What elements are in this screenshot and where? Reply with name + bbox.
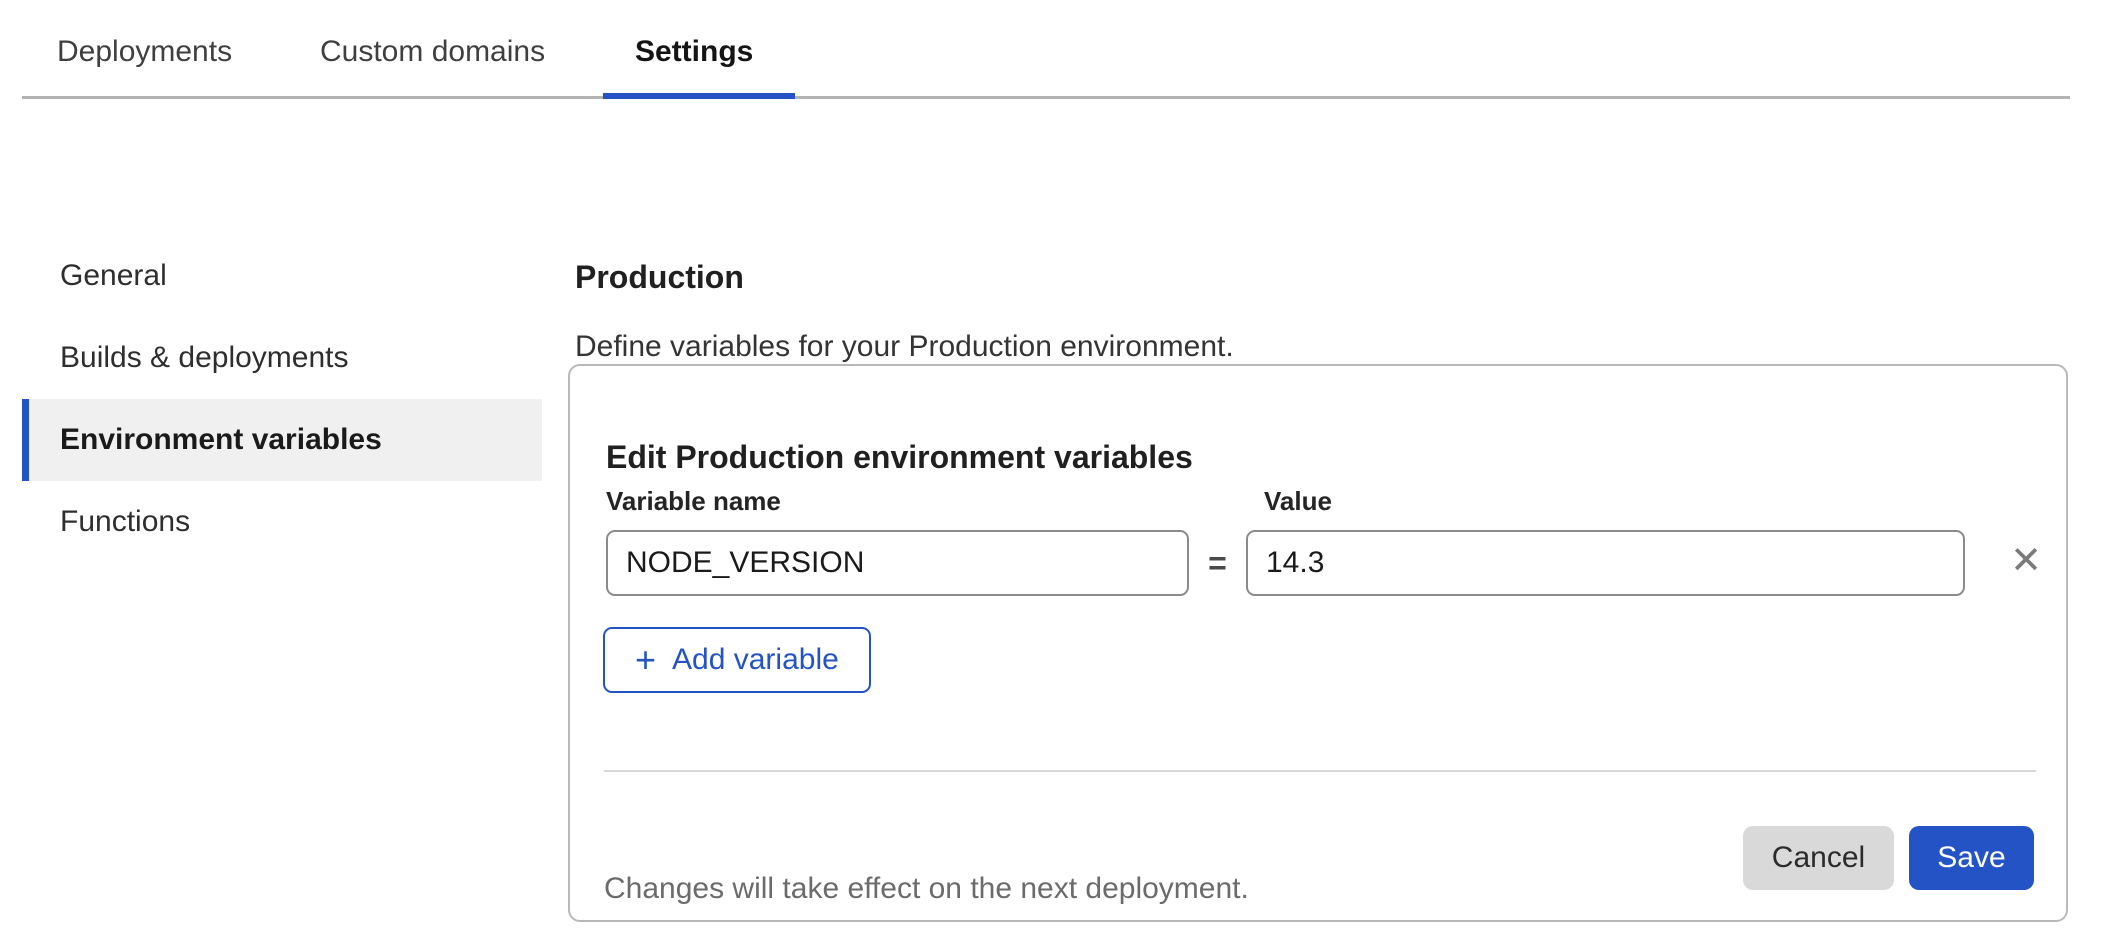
sidebar-item-environment-variables[interactable]: Environment variables [22, 399, 542, 481]
variable-name-label: Variable name [606, 486, 781, 517]
save-button[interactable]: Save [1909, 826, 2034, 890]
remove-variable-button[interactable]: ✕ [2003, 538, 2049, 584]
page-title: Production [575, 259, 744, 296]
active-tab-indicator [603, 93, 795, 99]
sidebar-item-builds-deployments[interactable]: Builds & deployments [22, 317, 542, 399]
card-divider [604, 770, 2036, 772]
equals-sign: = [1189, 530, 1246, 596]
value-input[interactable] [1246, 530, 1965, 596]
cancel-button[interactable]: Cancel [1743, 826, 1894, 890]
sidebar-item-general[interactable]: General [22, 235, 542, 317]
tabbar-divider [22, 96, 2070, 99]
add-variable-button[interactable]: + Add variable [603, 627, 871, 693]
sidebar-item-functions[interactable]: Functions [22, 481, 542, 563]
plus-icon: + [635, 642, 656, 678]
tab-deployments[interactable]: Deployments [57, 34, 232, 70]
variable-name-input[interactable] [606, 530, 1189, 596]
deployment-note: Changes will take effect on the next dep… [604, 872, 1249, 906]
environment-variables-card: Edit Production environment variables Va… [568, 364, 2068, 922]
tab-custom-domains[interactable]: Custom domains [320, 34, 545, 70]
card-title: Edit Production environment variables [606, 439, 1193, 476]
close-icon: ✕ [2010, 542, 2042, 580]
value-label: Value [1264, 486, 1332, 517]
page-subtitle: Define variables for your Production env… [575, 330, 1234, 364]
add-variable-label: Add variable [672, 643, 839, 677]
tab-settings[interactable]: Settings [635, 34, 753, 70]
settings-sidebar: General Builds & deployments Environment… [22, 235, 542, 563]
